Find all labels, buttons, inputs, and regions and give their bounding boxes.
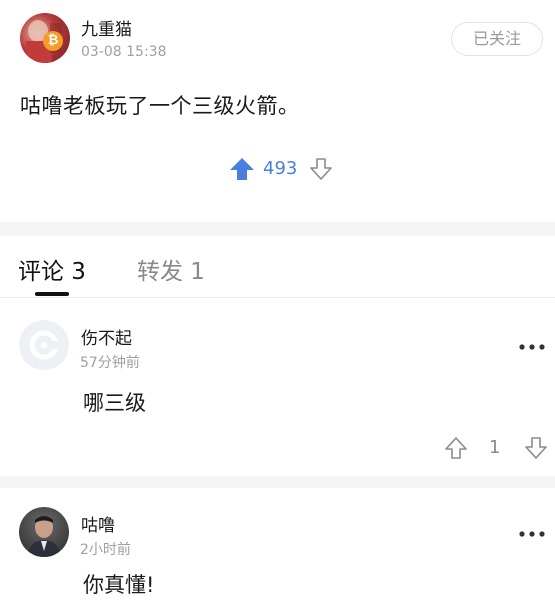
post-card: ₿ 九重猫 03-08 15:38 已关注 咕噜老板玩了一个三级火箭。 493 [0, 0, 555, 222]
comment-item: 咕噜 2小时前 你真懂! [0, 488, 555, 610]
comment-timestamp: 2小时前 [80, 542, 131, 558]
avatar-photo [27, 516, 61, 557]
active-tab-indicator [35, 292, 69, 296]
follow-button[interactable]: 已关注 [451, 22, 543, 56]
comment-text: 你真懂! [83, 573, 155, 597]
comment-upvote-icon[interactable] [444, 436, 468, 460]
author-name[interactable]: 九重猫 [81, 15, 132, 40]
commenter-name[interactable]: 伤不起 [81, 324, 132, 349]
tab-reposts[interactable]: 转发 1 [137, 252, 205, 286]
comment-text: 哪三级 [83, 391, 146, 415]
more-options-icon[interactable] [518, 530, 546, 538]
section-divider [0, 222, 555, 236]
commenter-avatar[interactable] [19, 320, 69, 370]
post-timestamp: 03-08 15:38 [81, 44, 167, 60]
commenter-avatar[interactable] [19, 507, 69, 557]
comment-downvote-icon[interactable] [524, 436, 548, 460]
tab-comments[interactable]: 评论 3 [18, 252, 86, 286]
comment-divider [0, 476, 555, 488]
more-options-icon[interactable] [518, 343, 546, 351]
default-avatar-icon [29, 330, 61, 360]
tab-bar: 评论 3 转发 1 [0, 236, 555, 298]
comment-item: 伤不起 57分钟前 哪三级 1 [0, 298, 555, 476]
comment-vote-count: 1 [489, 437, 501, 458]
bitcoin-badge-icon: ₿ [43, 31, 63, 51]
post-content: 咕噜老板玩了一个三级火箭。 [20, 94, 300, 118]
downvote-arrow-icon[interactable] [309, 157, 333, 181]
commenter-name[interactable]: 咕噜 [81, 511, 115, 536]
comment-timestamp: 57分钟前 [80, 355, 140, 371]
post-vote-count: 493 [263, 158, 298, 179]
upvote-arrow-icon[interactable] [229, 157, 255, 181]
